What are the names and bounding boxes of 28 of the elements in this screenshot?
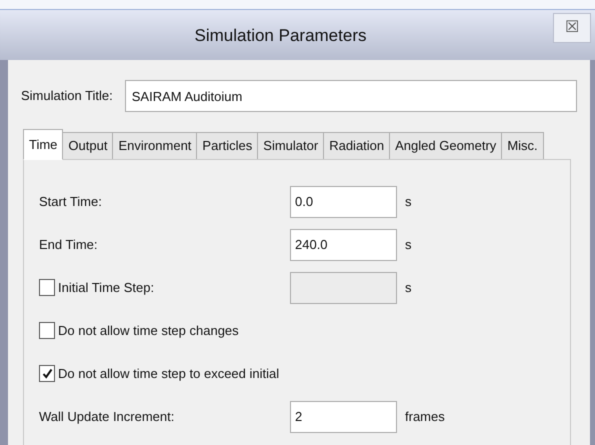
input-field[interactable]: 0.0 [290,186,397,218]
field-label: Start Time: [39,194,102,208]
input-field[interactable]: SAIRAM Auditoium [124,80,577,112]
input-field[interactable]: 2 [290,400,397,432]
field-label: End Time: [39,236,98,252]
unit-label: s [405,278,412,297]
field-label: Initial Time Step: [58,278,154,297]
tab[interactable]: Radiation [323,132,390,160]
window-title: Simulation Parameters [194,25,366,47]
tab[interactable]: Output [62,132,114,160]
checkmark-icon [42,368,52,379]
checkbox[interactable] [39,365,55,382]
unit-label: s [405,236,412,254]
checkbox-label: Do not allow time step changes [58,322,239,340]
tab[interactable]: Misc. [501,132,544,160]
checkbox-label: Do not allow time step to exceed initial [58,364,280,383]
field-label: Simulation Title: [21,87,113,106]
unit-label: s [405,192,412,211]
unit-label: frames [405,408,445,426]
close-button[interactable]: ☒ [553,13,591,43]
input-field[interactable]: 240.0 [290,228,397,260]
checkbox[interactable] [39,322,55,339]
tab[interactable]: Time [23,129,64,160]
field-label: Wall Update Increment: [39,408,174,424]
tab[interactable]: Simulator [257,132,324,160]
tab[interactable]: Angled Geometry [389,132,502,160]
tab[interactable]: Environment [112,132,198,160]
tab[interactable]: Particles [196,132,258,160]
